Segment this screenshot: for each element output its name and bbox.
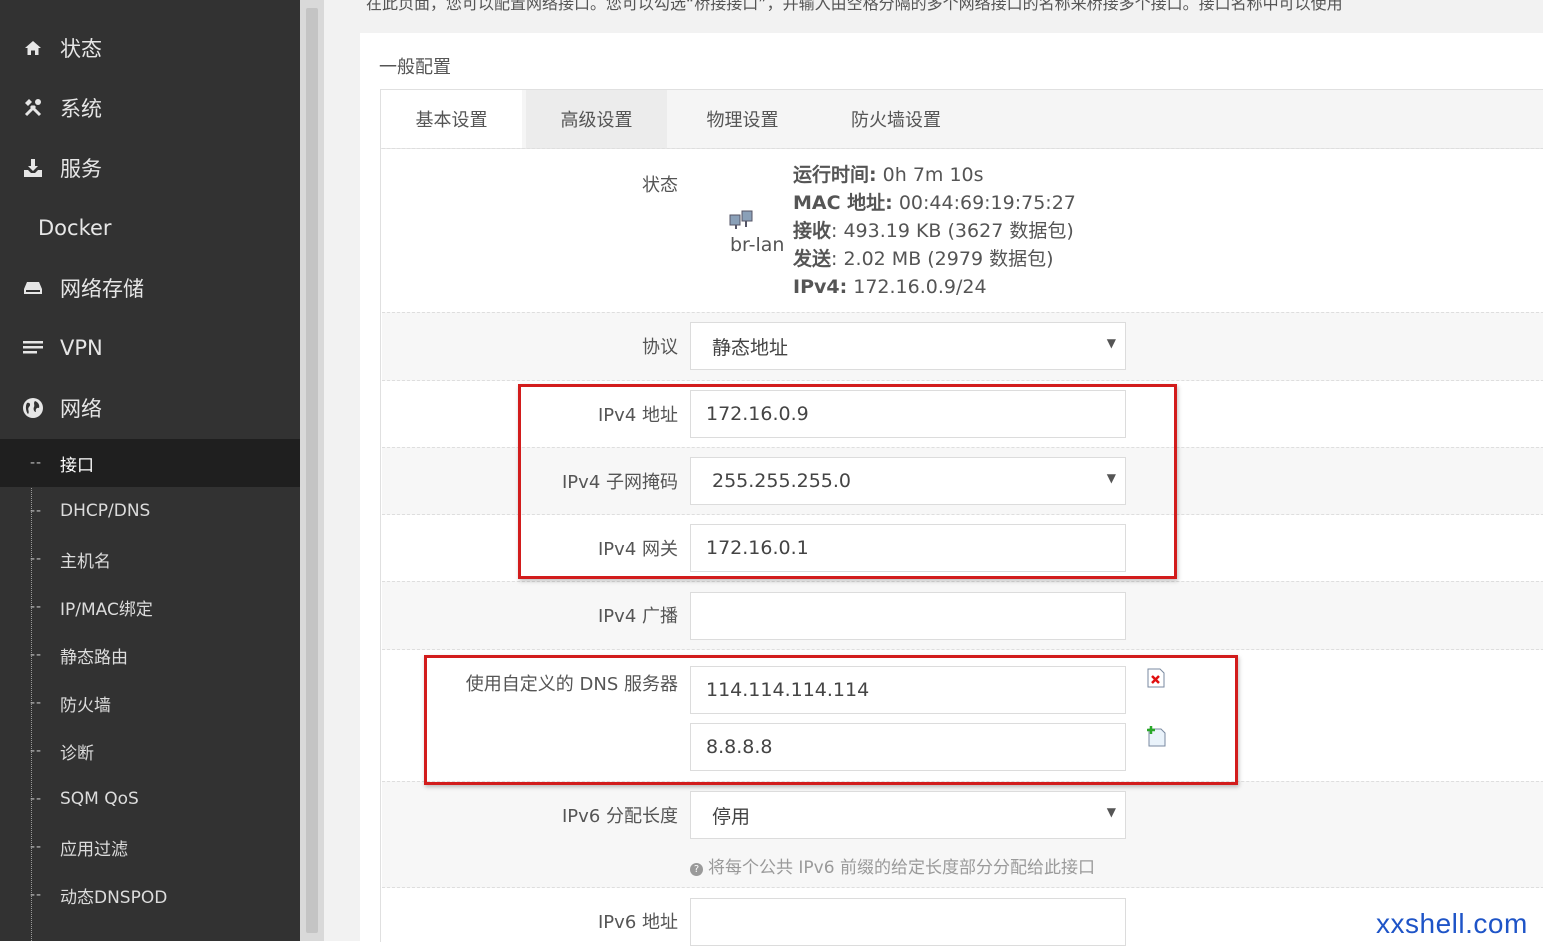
protocol-label: 协议 [642,337,678,358]
scrollbar-thumb[interactable] [306,8,318,933]
chevron-down-icon: ▼ [1106,336,1116,350]
drive-icon [22,277,44,299]
ipv6-assign-label: IPv6 分配长度 [562,806,678,827]
chevron-down-icon: ▼ [1106,805,1116,819]
ipv4-broadcast-row: IPv4 广播 [382,581,1543,650]
status-row: 状态 br-lan 运行时间: 0h 7m 10s MAC 地址: 00:44:… [382,148,1543,313]
globe-icon [22,397,44,419]
sidebar-item-hostnames[interactable]: -- 主机名 [0,535,300,583]
menu-item-vpn[interactable]: VPN [0,318,300,378]
ipv6-assign-select[interactable]: 停用 ▼ [690,791,1126,839]
sidebar: 状态 系统 服务 Docker 网络存储 VPN 网络 -- 接口 -- DHCP/… [0,0,300,941]
ipv6-address-label: IPv6 地址 [598,912,678,933]
tab-advanced-settings[interactable]: 高级设置 [526,90,667,148]
status-details: 运行时间: 0h 7m 10s MAC 地址: 00:44:69:19:75:2… [793,164,1076,298]
sidebar-item-dhcp-dns[interactable]: -- DHCP/DNS [0,487,300,535]
highlight-box-ipv4 [518,384,1177,579]
sidebar-item-ddns-pod[interactable]: -- 动态DNSPOD [0,871,300,919]
download-icon [22,157,44,179]
status-label: 状态 [642,175,678,196]
menu-item-status[interactable]: 状态 [0,18,300,78]
interface-name: br-lan [730,234,785,256]
help-icon: ? [690,863,703,876]
sidebar-item-firewall[interactable]: -- 防火墙 [0,679,300,727]
sidebar-item-sqm-qos[interactable]: -- SQM QoS [0,775,300,823]
sidebar-item-static-routes[interactable]: -- 静态路由 [0,631,300,679]
scrollbar[interactable] [300,0,324,941]
protocol-select[interactable]: 静态地址 ▼ [690,322,1126,370]
menu-item-network[interactable]: 网络 [0,378,300,438]
ipv6-address-row: IPv6 地址 [382,887,1543,946]
intro-text: 在此页面，您可以配置网络接口。您可以勾选“桥接接口”，并输入由空格分隔的多个网络… [366,0,1343,13]
ipv4-broadcast-input[interactable] [690,592,1126,640]
watermark: xxshell.com [1376,908,1528,939]
tab-firewall-settings[interactable]: 防火墙设置 [819,90,973,148]
menu-item-docker[interactable]: Docker [0,198,300,258]
tab-bar: 基本设置 高级设置 物理设置 防火墙设置 [381,90,1543,149]
sidebar-item-ip-mac-binding[interactable]: -- IP/MAC绑定 [0,583,300,631]
section-title: 一般配置 [379,57,451,78]
tab-physical-settings[interactable]: 物理设置 [672,90,813,148]
protocol-row: 协议 静态地址 ▼ [382,312,1543,381]
sidebar-item-diagnostics[interactable]: -- 诊断 [0,727,300,775]
network-interface-icon [728,209,756,237]
tab-basic-settings[interactable]: 基本设置 [381,90,522,148]
home-icon [22,37,44,59]
ipv4-broadcast-label: IPv4 广播 [598,606,678,627]
ipv6-assign-row: IPv6 分配长度 停用 ▼ ? 将每个公共 IPv6 前缀的给定长度部分分配给此… [382,781,1543,888]
ipv6-assign-help: ? 将每个公共 IPv6 前缀的给定长度部分分配给此接口 [690,853,1095,878]
menu-item-services[interactable]: 服务 [0,138,300,198]
sidebar-item-interfaces[interactable]: -- 接口 [0,439,300,487]
ipv6-address-input[interactable] [690,898,1126,946]
sidebar-item-app-filter[interactable]: -- 应用过滤 [0,823,300,871]
menu-item-system[interactable]: 系统 [0,78,300,138]
highlight-box-dns [424,655,1238,785]
tools-icon [22,97,44,119]
menu-item-nas[interactable]: 网络存储 [0,258,300,318]
list-icon [22,337,44,359]
